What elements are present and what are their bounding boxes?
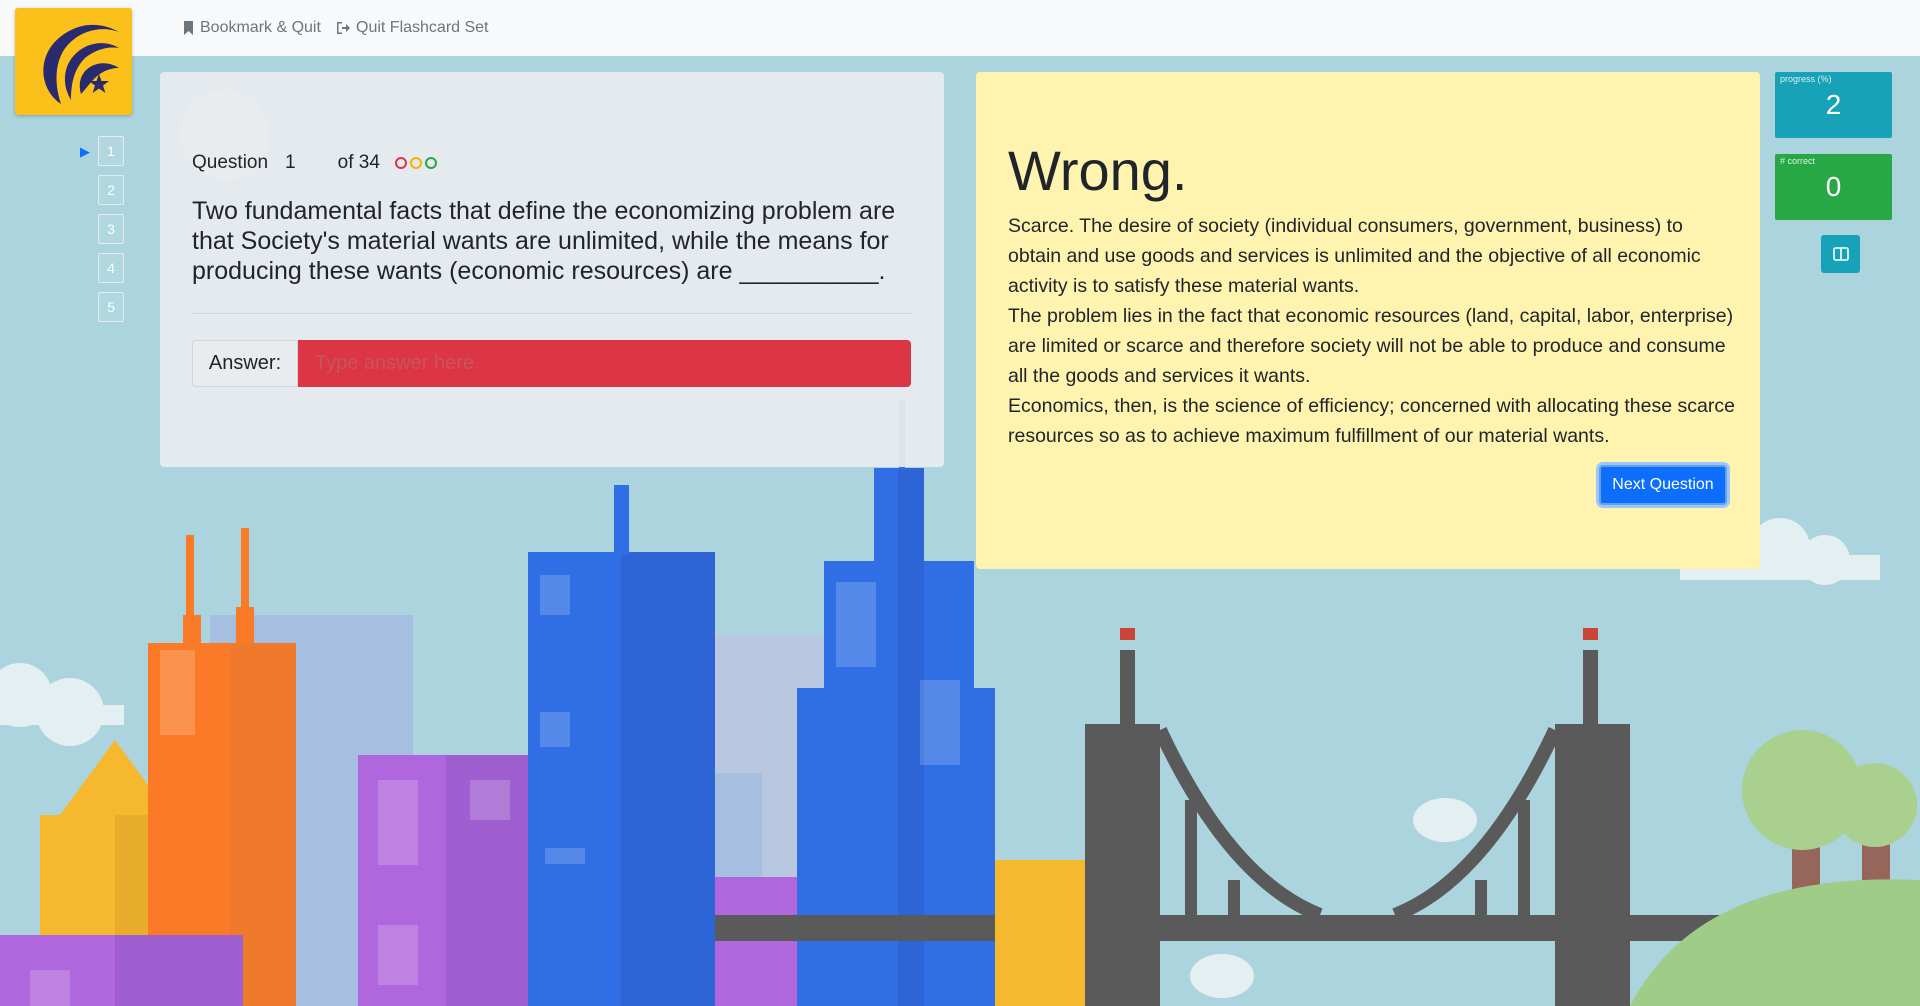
- quit-flashcard-set-label: Quit Flashcard Set: [356, 19, 489, 36]
- feedback-title: Wrong.: [1008, 139, 1188, 202]
- feedback-paragraph: The problem lies in the fact that econom…: [1008, 305, 1734, 387]
- feedback-card: Wrong. Scarce. The desire of society (in…: [976, 72, 1760, 569]
- question-text: Two fundamental facts that define the ec…: [192, 197, 896, 285]
- next-question-button[interactable]: Next Question: [1599, 465, 1727, 505]
- question-total: of 34: [337, 152, 380, 173]
- question-number: 1: [285, 152, 296, 173]
- bookmark-quit-link[interactable]: Bookmark & Quit: [183, 19, 321, 37]
- progress-label: progress (%): [1780, 74, 1832, 84]
- pager-button-4[interactable]: 4: [98, 253, 124, 283]
- progress-value: 2: [1825, 89, 1842, 120]
- question-label: Question: [192, 152, 269, 173]
- divider: [192, 313, 911, 314]
- correct-label: # correct: [1780, 156, 1816, 166]
- correct-stat: # correct 0: [1775, 154, 1892, 220]
- bookmark-icon: [184, 21, 193, 35]
- correct-value: 0: [1825, 171, 1842, 202]
- logo-mark-icon: [43, 24, 119, 104]
- quit-flashcard-set-link[interactable]: Quit Flashcard Set: [336, 19, 489, 37]
- top-navbar: Bookmark & Quit Quit Flashcard Set: [0, 0, 1920, 56]
- feedback-paragraph: Economics, then, is the science of effic…: [1008, 395, 1735, 447]
- caret-right-icon: ▶: [80, 144, 90, 159]
- status-dot-red: [394, 157, 407, 169]
- feedback-paragraph: Scarce. The desire of society (individua…: [1008, 215, 1701, 297]
- pager-button-2[interactable]: 2: [98, 175, 124, 205]
- answer-label: Answer:: [192, 340, 298, 387]
- answer-input-group: Answer:: [192, 340, 911, 387]
- status-dot-green: [424, 157, 437, 169]
- pager-button-1[interactable]: 1: [98, 136, 124, 166]
- progress-stat: progress (%) 2: [1775, 72, 1892, 138]
- question-card: Question 1 of 34 Two fundamental facts t…: [160, 72, 944, 467]
- pager-button-3[interactable]: 3: [98, 214, 124, 244]
- bookmark-quit-label: Bookmark & Quit: [200, 19, 321, 36]
- status-dot-yellow: [409, 157, 422, 169]
- sign-out-icon: [337, 22, 350, 34]
- answer-input[interactable]: [298, 340, 911, 387]
- site-logo[interactable]: [15, 8, 132, 115]
- toggle-layout-button[interactable]: [1821, 235, 1860, 273]
- status-indicator-dots: [394, 157, 437, 169]
- columns-icon: [1832, 247, 1849, 261]
- pager-button-5[interactable]: 5: [98, 292, 124, 322]
- question-meta: Question 1 of 34: [192, 152, 437, 174]
- feedback-explanation: Scarce. The desire of society (individua…: [1008, 211, 1738, 451]
